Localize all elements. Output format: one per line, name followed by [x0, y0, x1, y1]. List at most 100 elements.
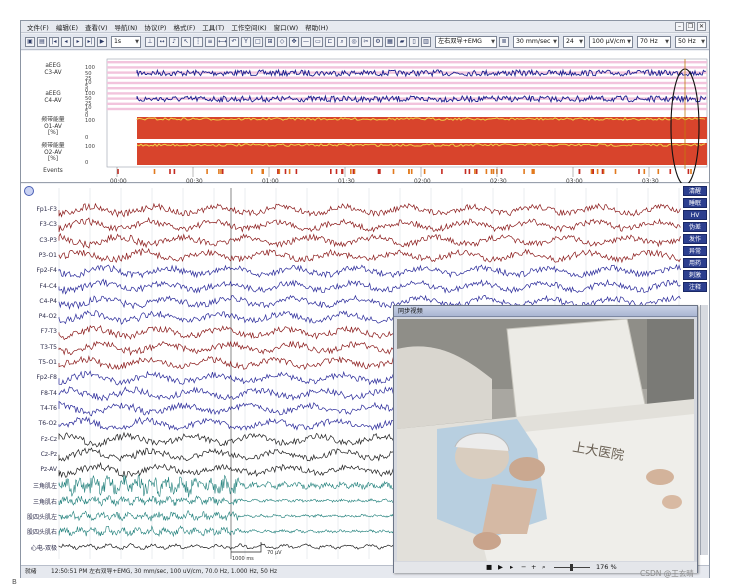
find-icon[interactable]: ◎	[349, 37, 359, 47]
montage-edit-icon[interactable]: ≣	[499, 37, 509, 47]
zoom-slider-thumb[interactable]	[570, 564, 573, 571]
channel-label[interactable]: Pz-AV	[23, 466, 57, 473]
last-page-icon[interactable]: ▸|	[85, 37, 95, 47]
event-button-artifact[interactable]: 伪差	[683, 222, 707, 232]
sensitivity-select[interactable]: 100 μV/cm ▼	[589, 36, 633, 48]
zoom-in-icon[interactable]: +	[531, 562, 536, 573]
minimize-icon[interactable]: –	[675, 22, 684, 31]
montage-select[interactable]: 左右双导+EMG ▼	[435, 36, 497, 48]
channel-label[interactable]: Fp1-F3	[23, 206, 57, 213]
undo-icon[interactable]: ↶	[229, 37, 239, 47]
channel-label[interactable]: 股四头肌右	[23, 527, 57, 536]
prev-page-icon[interactable]: ◂	[61, 37, 71, 47]
search-icon[interactable]: ⌕	[337, 37, 347, 47]
magnifier-icon[interactable]: ⌕	[542, 562, 546, 573]
event-marker	[277, 169, 279, 174]
cursor-icon[interactable]: ↖	[181, 37, 191, 47]
channel-label[interactable]: 三角肌左	[23, 481, 57, 490]
clapper-icon[interactable]: ▰	[397, 37, 407, 47]
channel-label[interactable]: T5-O1	[23, 359, 57, 366]
menu-tools[interactable]: 工具(T)	[202, 22, 224, 32]
menu-help[interactable]: 帮助(H)	[305, 22, 328, 32]
settings-icon[interactable]: ⚙	[373, 37, 383, 47]
menu-workspace[interactable]: 工作空间(K)	[231, 22, 266, 32]
speed-select[interactable]: 30 mm/sec ▼	[513, 36, 559, 48]
channel-label[interactable]: C4-P4	[23, 298, 57, 305]
first-page-icon[interactable]: |◂	[49, 37, 59, 47]
shape-icon[interactable]: ◇	[277, 37, 287, 47]
event-button-seizure[interactable]: 发作	[683, 234, 707, 244]
vertical-scrollbar[interactable]	[700, 305, 708, 555]
zoom-out-icon[interactable]: −	[521, 562, 526, 573]
context-menu-icon[interactable]	[24, 186, 34, 196]
filter-y-icon[interactable]: Y	[241, 37, 251, 47]
video-window-title[interactable]: 同步视频	[394, 306, 697, 317]
channel-label[interactable]: T4-T6	[23, 405, 57, 412]
close-icon[interactable]: ✕	[697, 22, 706, 31]
trend-label-aeeg-c4: aEEG C4-AV	[44, 91, 62, 104]
folder-icon[interactable]: ⊏	[325, 37, 335, 47]
menu-view[interactable]: 查看(V)	[85, 22, 108, 32]
play-icon[interactable]: ▶	[97, 37, 107, 47]
channel-label[interactable]: Fz-Cz	[23, 436, 57, 443]
trend-panel[interactable]: 00:00 00:30 01:00 01:30 02:00 02:30 03:00 03:30…	[21, 51, 709, 183]
channel-label[interactable]: T6-O2	[23, 420, 57, 427]
notch-select[interactable]: 50 Hz ▼	[675, 36, 707, 48]
channel-label[interactable]: Fp2-F4	[23, 267, 57, 274]
grid-icon[interactable]: ⊞	[265, 37, 275, 47]
menu-edit[interactable]: 编辑(E)	[56, 22, 78, 32]
box-icon[interactable]: ▭	[313, 37, 323, 47]
menu-navigate[interactable]: 导航(N)	[115, 22, 138, 32]
next-page-icon[interactable]: ▸	[73, 37, 83, 47]
channel-label[interactable]: F4-C4	[23, 283, 57, 290]
document-icon[interactable]: ▯	[409, 37, 419, 47]
event-button-awake[interactable]: 清醒	[683, 186, 707, 196]
channel-label[interactable]: C3-P3	[23, 237, 57, 244]
marker-icon[interactable]: ⊥	[145, 37, 155, 47]
restore-icon[interactable]: ❐	[686, 22, 695, 31]
channel-label[interactable]: F7-T3	[23, 328, 57, 335]
channel-label[interactable]: 心电-双极	[23, 543, 57, 552]
menu-format[interactable]: 格式(F)	[173, 22, 195, 32]
event-marker	[423, 169, 426, 174]
event-button-comment[interactable]: 注释	[683, 282, 707, 292]
music-icon[interactable]: ♪	[169, 37, 179, 47]
channel-count-select[interactable]: 24 ▼	[563, 36, 585, 48]
move-icon[interactable]: ✥	[289, 37, 299, 47]
split-icon[interactable]: ┆	[193, 37, 203, 47]
channel-label[interactable]: P3-O1	[23, 252, 57, 259]
montage-icon[interactable]: ▦	[385, 37, 395, 47]
channel-label[interactable]: 三角肌右	[23, 497, 57, 506]
channel-label[interactable]: F3-C3	[23, 221, 57, 228]
measure-icon[interactable]: ↔	[157, 37, 167, 47]
event-button-medication[interactable]: 用药	[683, 258, 707, 268]
channel-label[interactable]: P4-O2	[23, 313, 57, 320]
tools-icon[interactable]: ✂	[361, 37, 371, 47]
event-button-abnormal[interactable]: 异常	[683, 246, 707, 256]
video-window[interactable]: 同步视频 上大医院 ■ ▶ ▸ − + ⌕ 176 %	[393, 305, 698, 573]
menu-window[interactable]: 窗口(W)	[274, 22, 299, 32]
event-button-stimulation[interactable]: 刺激	[683, 270, 707, 280]
channel-label[interactable]: Cz-Pz	[23, 451, 57, 458]
align-icon[interactable]: ≡	[205, 37, 215, 47]
channel-label[interactable]: Fp2-F8	[23, 374, 57, 381]
line-icon[interactable]: —	[301, 37, 311, 47]
range-icon[interactable]: ⟷	[217, 37, 227, 47]
menu-file[interactable]: 文件(F)	[27, 22, 49, 32]
rect-icon[interactable]: □	[253, 37, 263, 47]
channel-label[interactable]: T3-T5	[23, 344, 57, 351]
stop-icon[interactable]: ■	[486, 562, 492, 573]
step-icon[interactable]: ▸	[510, 562, 513, 573]
lowpass-select[interactable]: 70 Hz ▼	[637, 36, 671, 48]
event-marker	[352, 169, 355, 174]
channel-label[interactable]: F8-T4	[23, 390, 57, 397]
save-icon[interactable]: ▣	[25, 37, 35, 47]
print-icon[interactable]: ▤	[37, 37, 47, 47]
chart-icon[interactable]: ▥	[421, 37, 431, 47]
menu-protocol[interactable]: 协议(P)	[144, 22, 166, 32]
play-icon[interactable]: ▶	[498, 562, 503, 573]
event-button-sleep[interactable]: 睡眠	[683, 198, 707, 208]
page-duration-select[interactable]: 1s ▼	[111, 36, 141, 48]
channel-label[interactable]: 股四头肌左	[23, 512, 57, 521]
event-button-hv[interactable]: HV	[683, 210, 707, 220]
